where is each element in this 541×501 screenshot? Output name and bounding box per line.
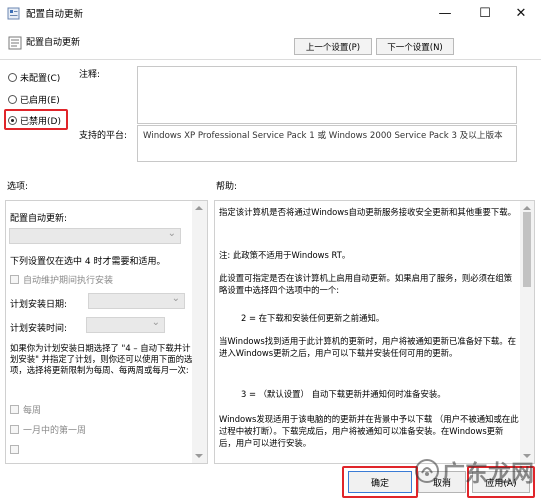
previous-setting-button[interactable]: 上一个设置(P) (294, 38, 372, 55)
help-scrollbar-thumb[interactable] (523, 212, 531, 287)
help-panel: 指定该计算机是否将通过Windows自动更新服务接收安全更新和其他重要下载。 注… (214, 200, 535, 464)
weekly-checkbox-box (10, 405, 19, 414)
apply-button[interactable]: 应用(A) (472, 471, 530, 493)
comment-textarea[interactable] (137, 66, 517, 124)
cancel-button[interactable]: 取消 (418, 471, 466, 493)
next-week-checkbox-box (10, 445, 19, 454)
help-scroll-up-arrow-icon[interactable] (523, 206, 531, 210)
weekly-checkbox-label: 每周 (23, 406, 42, 416)
help-paragraph: 指定该计算机是否将通过Windows自动更新服务接收安全更新和其他重要下载。 (219, 207, 517, 217)
maintenance-install-checkbox-box (10, 275, 19, 284)
scroll-up-arrow-icon[interactable] (195, 206, 203, 210)
help-paragraph: 此设置可指定是否在该计算机上启用自动更新。如果启用了服务，则必须在组策略设置中选… (219, 273, 513, 295)
first-week-checkbox[interactable]: 一月中的第一周 (10, 423, 86, 436)
setting-icon (8, 36, 22, 50)
configure-updates-label: 配置自动更新: (10, 214, 68, 224)
schedule-time-label: 计划安装时间: (10, 324, 68, 334)
window-title: 配置自动更新 (26, 9, 84, 20)
options-scrollbar[interactable] (192, 201, 207, 463)
options-panel: 配置自动更新: 下列设置仅在选中 4 时才需要和适用。 自动维护期间执行安装 计… (5, 200, 208, 464)
first-week-checkbox-label: 一月中的第一周 (23, 426, 87, 436)
next-setting-button[interactable]: 下一个设置(N) (376, 38, 454, 55)
configure-updates-dropdown[interactable] (9, 228, 181, 244)
scroll-down-arrow-icon[interactable] (195, 454, 203, 458)
maintenance-install-checkbox[interactable]: 自动维护期间执行安装 (10, 273, 113, 286)
radio-disabled[interactable]: 已禁用(D) (8, 113, 61, 127)
schedule-day-dropdown[interactable] (88, 293, 185, 309)
next-week-checkbox[interactable] (10, 445, 19, 454)
help-paragraph: 3 = （默认设置） 自动下载更新并通知何时准备安装。 (241, 389, 446, 399)
radio-enabled[interactable]: 已启用(E) (8, 92, 60, 106)
minimize-icon: — (438, 6, 452, 21)
weekly-checkbox[interactable]: 每周 (10, 403, 41, 416)
close-button[interactable]: ✕ (501, 0, 541, 27)
policy-app-icon (7, 7, 20, 20)
maximize-button[interactable]: ☐ (465, 0, 505, 27)
radio-not-configured[interactable]: 未配置(C) (8, 70, 60, 84)
options-note-line: 下列设置仅在选中 4 时才需要和适用。 (10, 257, 166, 267)
supported-platform-value: Windows XP Professional Service Pack 1 或… (137, 125, 517, 162)
weekly-limit-note: 如果你为计划安装日期选择了 "4 – 自动下载并计划安装" 并指定了计划，则你还… (10, 343, 193, 375)
maintenance-install-checkbox-label: 自动维护期间执行安装 (23, 276, 114, 286)
schedule-time-dropdown[interactable] (86, 317, 165, 333)
help-scroll-down-arrow-icon[interactable] (523, 454, 531, 458)
radio-enabled-label: 已启用(E) (20, 95, 60, 106)
radio-disabled-circle (8, 115, 17, 125)
radio-not-configured-circle (8, 72, 17, 82)
options-section-label: 选项: (7, 182, 29, 192)
header-divider (0, 59, 541, 60)
help-paragraph: Windows发现适用于该电脑的的更新并在背景中予以下载 （用户不被通知或在此过… (219, 414, 519, 448)
comment-label: 注释: (79, 70, 101, 80)
schedule-day-label: 计划安装日期: (10, 300, 68, 310)
help-section-label: 帮助: (216, 182, 238, 192)
radio-disabled-label: 已禁用(D) (20, 116, 61, 127)
minimize-button[interactable]: — (425, 0, 465, 27)
maximize-icon: ☐ (479, 6, 491, 21)
help-paragraph: 2 = 在下载和安装任何更新之前通知。 (241, 313, 385, 323)
close-icon: ✕ (515, 6, 527, 21)
ok-button[interactable]: 确定 (348, 471, 412, 493)
radio-not-configured-label: 未配置(C) (20, 73, 61, 84)
help-paragraph: 当Windows找到适用于此计算机的更新时，用户将被通知更新已准备好下载。在进入… (219, 336, 517, 358)
help-paragraph: 注: 此政策不适用于Windows RT。 (219, 250, 351, 260)
supported-platform-label: 支持的平台: (79, 131, 128, 141)
setting-title: 配置自动更新 (26, 38, 81, 48)
first-week-checkbox-box (10, 425, 19, 434)
radio-enabled-circle (8, 94, 17, 104)
